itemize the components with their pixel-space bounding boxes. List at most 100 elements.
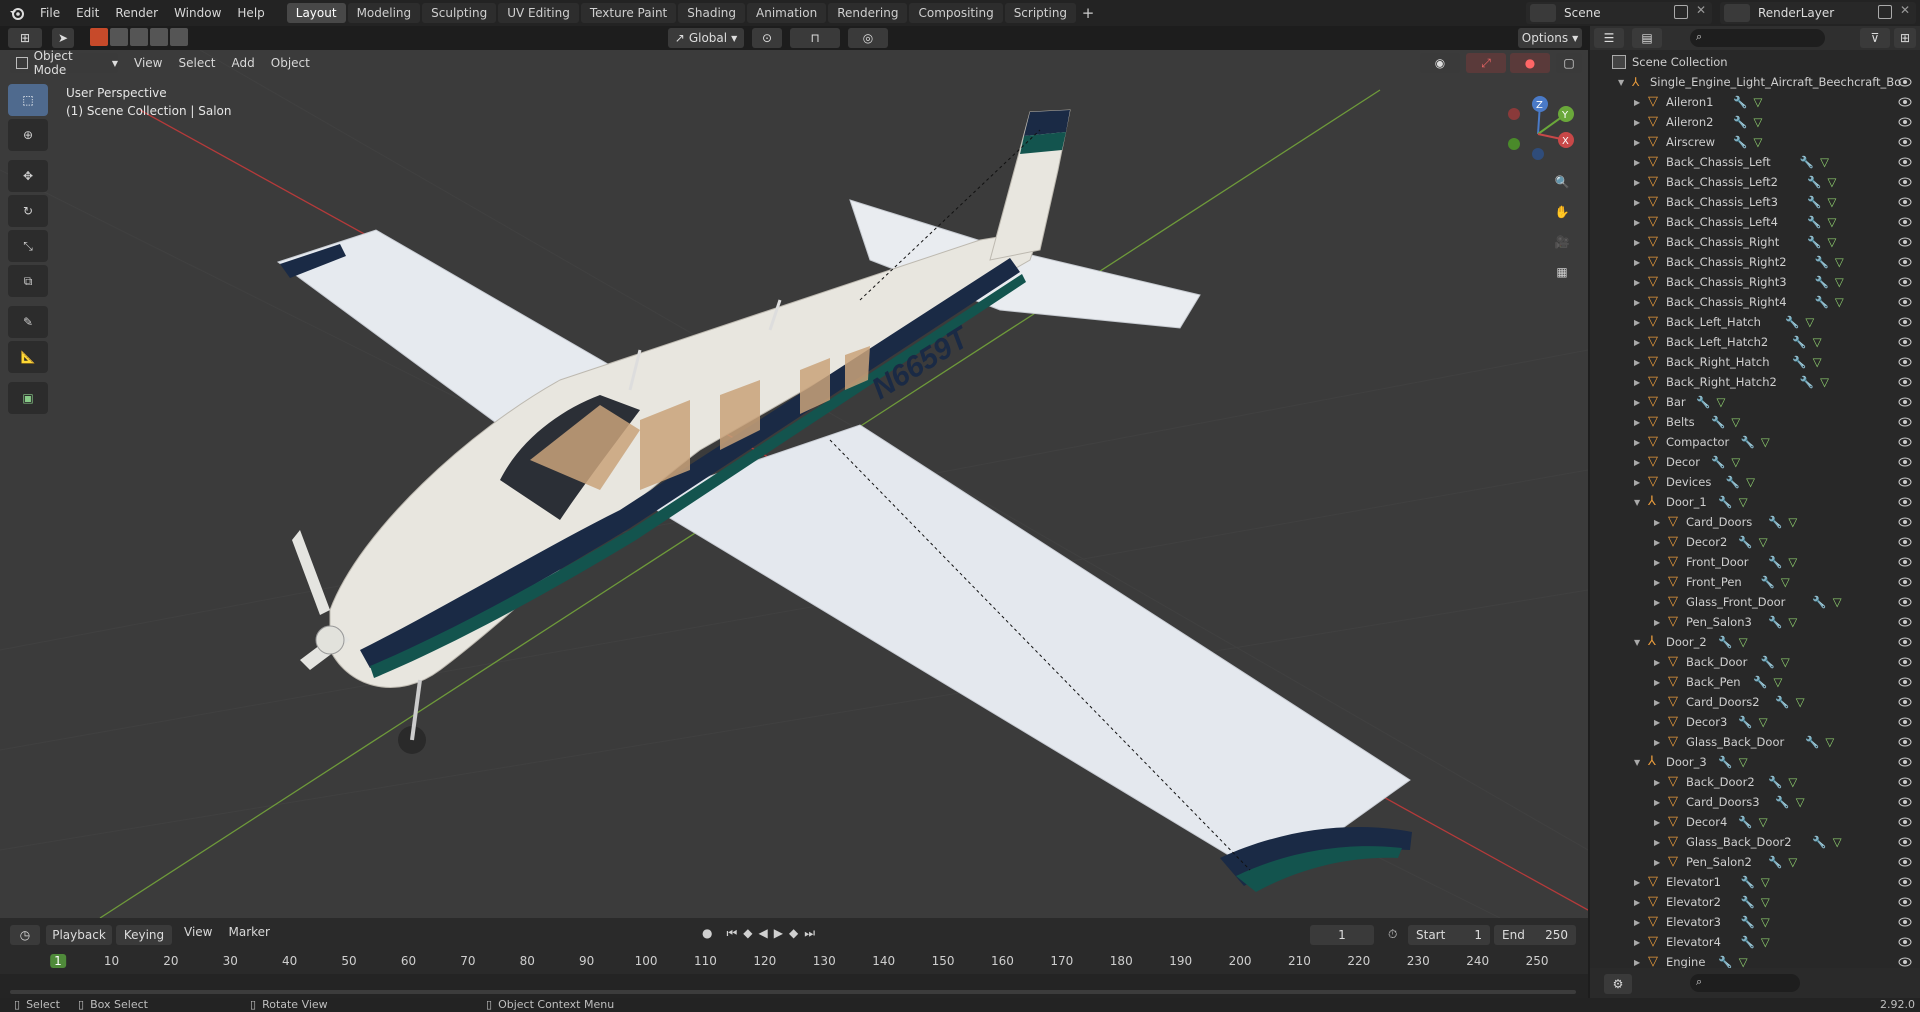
modifier-wrench-icon[interactable]: 🔧 [1800,155,1814,169]
modifier-wrench-icon[interactable]: 🔧 [1718,955,1732,969]
outliner-row[interactable]: ▶ ▽ Back_Left_Hatch 🔧 ▽ [1590,312,1920,332]
eye-icon[interactable] [1898,716,1912,728]
prev-keyframe-icon[interactable]: ◆ [743,926,752,941]
blender-logo-icon[interactable] [6,2,28,24]
mesh-data-icon[interactable]: ▽ [1739,955,1748,969]
expand-arrow-icon[interactable]: ▶ [1634,118,1640,127]
eye-icon[interactable] [1898,876,1912,888]
display-mode-button[interactable]: ▤ [1632,28,1662,48]
tab-sculpting[interactable]: Sculpting [422,3,497,23]
select-extend-icon[interactable] [110,28,128,46]
outliner-row[interactable]: ▶ ▽ Aileron2 🔧 ▽ [1590,112,1920,132]
eye-icon[interactable] [1898,116,1912,128]
modifier-wrench-icon[interactable]: 🔧 [1812,595,1826,609]
outliner-row[interactable]: ▶ ▽ Elevator3 🔧 ▽ [1590,912,1920,932]
outliner-row[interactable]: ▶ ▽ Back_Chassis_Right 🔧 ▽ [1590,232,1920,252]
outliner-row[interactable]: ▶ ▽ Back_Chassis_Right4 🔧 ▽ [1590,292,1920,312]
outliner-row[interactable]: ▶ ▽ Back_Chassis_Right2 🔧 ▽ [1590,252,1920,272]
close-icon[interactable]: ✕ [1696,3,1706,17]
mesh-data-icon[interactable]: ▽ [1761,875,1770,889]
expand-arrow-icon[interactable]: ▶ [1654,598,1660,607]
modifier-wrench-icon[interactable]: 🔧 [1785,315,1799,329]
object-root-row[interactable]: ▼ ⅄ Single_Engine_Light_Aircraft_Beechcr… [1590,72,1920,92]
eye-icon[interactable] [1898,276,1912,288]
outliner-row[interactable]: ▶ ▽ Card_Doors3 🔧 ▽ [1590,792,1920,812]
eye-icon[interactable] [1898,96,1912,108]
tab-shading[interactable]: Shading [678,3,745,23]
expand-arrow-icon[interactable]: ▶ [1634,98,1640,107]
timeline-menu-playback[interactable]: Playback [46,925,112,945]
filter-button[interactable]: ⊽ [1860,28,1890,48]
eye-icon[interactable] [1898,456,1912,468]
outliner-row[interactable]: ▶ ▽ Elevator2 🔧 ▽ [1590,892,1920,912]
eye-icon[interactable] [1898,296,1912,308]
modifier-wrench-icon[interactable]: 🔧 [1815,255,1829,269]
play-icon[interactable]: ▶ [774,926,783,941]
expand-arrow-icon[interactable]: ▶ [1634,378,1640,387]
navigation-gizmo[interactable]: Z Y X [1500,92,1580,172]
expand-arrow-icon[interactable]: ▶ [1654,738,1660,747]
outliner-row[interactable]: ▶ ▽ Back_Door 🔧 ▽ [1590,652,1920,672]
expand-arrow-icon[interactable]: ▶ [1634,338,1640,347]
menu-edit[interactable]: Edit [68,0,107,26]
expand-arrow-icon[interactable]: ▶ [1634,358,1640,367]
expand-arrow-icon[interactable]: ▶ [1634,438,1640,447]
outliner-row[interactable]: ▶ ▽ Pen_Salon3 🔧 ▽ [1590,612,1920,632]
frame-ruler[interactable]: 1 10 20 30 40 50 60 70 80 90 100 110 120 130 140 150 160… [0,954,1588,974]
gizmo-toggle-button[interactable]: ⤢ [1466,53,1506,73]
eye-icon[interactable] [1898,776,1912,788]
eye-icon[interactable] [1898,796,1912,808]
outliner-row[interactable]: ▶ ▽ Back_Right_Hatch 🔧 ▽ [1590,352,1920,372]
expand-arrow-icon[interactable]: ▶ [1654,838,1660,847]
mesh-data-icon[interactable]: ▽ [1805,315,1814,329]
mesh-data-icon[interactable]: ▽ [1739,635,1748,649]
render-layer-selector[interactable]: RenderLayer ✕ [1720,2,1916,24]
timeline-editor-type-button[interactable]: ◷ [10,925,40,945]
transform-orientation-dropdown[interactable]: ↗ Global ▼ [668,28,744,48]
eye-icon[interactable] [1898,316,1912,328]
outliner-row[interactable]: ▶ ▽ Decor2 🔧 ▽ [1590,532,1920,552]
eye-icon[interactable] [1898,416,1912,428]
mesh-data-icon[interactable]: ▽ [1828,215,1837,229]
rotate-tool[interactable]: ↻ [8,195,48,227]
new-collection-button[interactable]: ⊞ [1894,28,1916,48]
eye-icon[interactable] [1898,136,1912,148]
expand-arrow-icon[interactable]: ▶ [1634,318,1640,327]
modifier-wrench-icon[interactable]: 🔧 [1768,775,1782,789]
outliner-row[interactable]: ▶ ▽ Glass_Front_Door 🔧 ▽ [1590,592,1920,612]
next-keyframe-icon[interactable]: ◆ [789,926,798,941]
scale-tool[interactable]: ⤡ [8,230,48,262]
outliner-row[interactable]: ▶ ▽ Front_Pen 🔧 ▽ [1590,572,1920,592]
expand-arrow-icon[interactable]: ▶ [1654,678,1660,687]
expand-arrow-icon[interactable]: ▶ [1634,958,1640,967]
modifier-wrench-icon[interactable]: 🔧 [1726,475,1740,489]
outliner-row[interactable]: ▶ ▽ Glass_Back_Door2 🔧 ▽ [1590,832,1920,852]
eye-icon[interactable] [1898,816,1912,828]
mode-dropdown[interactable]: Object Mode ▼ [10,49,118,77]
expand-arrow-icon[interactable]: ▶ [1654,818,1660,827]
outliner-row[interactable]: ▶ ▽ Back_Chassis_Left 🔧 ▽ [1590,152,1920,172]
select-intersect-icon[interactable] [170,28,188,46]
viewport-menu-object[interactable]: Object [263,56,318,70]
properties-editor-button[interactable]: ⚙ [1604,974,1632,994]
modifier-wrench-icon[interactable]: 🔧 [1807,235,1821,249]
expand-arrow-icon[interactable]: ▼ [1634,498,1640,507]
expand-arrow-icon[interactable]: ▶ [1634,178,1640,187]
expand-arrow-icon[interactable]: ▶ [1634,238,1640,247]
mesh-data-icon[interactable]: ▽ [1761,915,1770,929]
eye-icon[interactable] [1898,576,1912,588]
outliner-row[interactable]: ▶ ▽ Decor4 🔧 ▽ [1590,812,1920,832]
copy-icon[interactable] [1674,5,1688,19]
tab-scripting[interactable]: Scripting [1004,3,1077,23]
modifier-wrench-icon[interactable]: 🔧 [1815,275,1829,289]
modifier-wrench-icon[interactable]: 🔧 [1741,915,1755,929]
ortho-toggle-button[interactable]: ▦ [1548,258,1576,286]
eye-icon[interactable] [1898,336,1912,348]
expand-arrow-icon[interactable]: ▶ [1634,918,1640,927]
eye-icon[interactable] [1898,516,1912,528]
expand-arrow-icon[interactable]: ▶ [1634,158,1640,167]
menu-file[interactable]: File [32,0,68,26]
3d-viewport[interactable]: N6659T [0,50,1588,918]
eye-icon[interactable] [1898,496,1912,508]
mesh-data-icon[interactable]: ▽ [1820,155,1829,169]
